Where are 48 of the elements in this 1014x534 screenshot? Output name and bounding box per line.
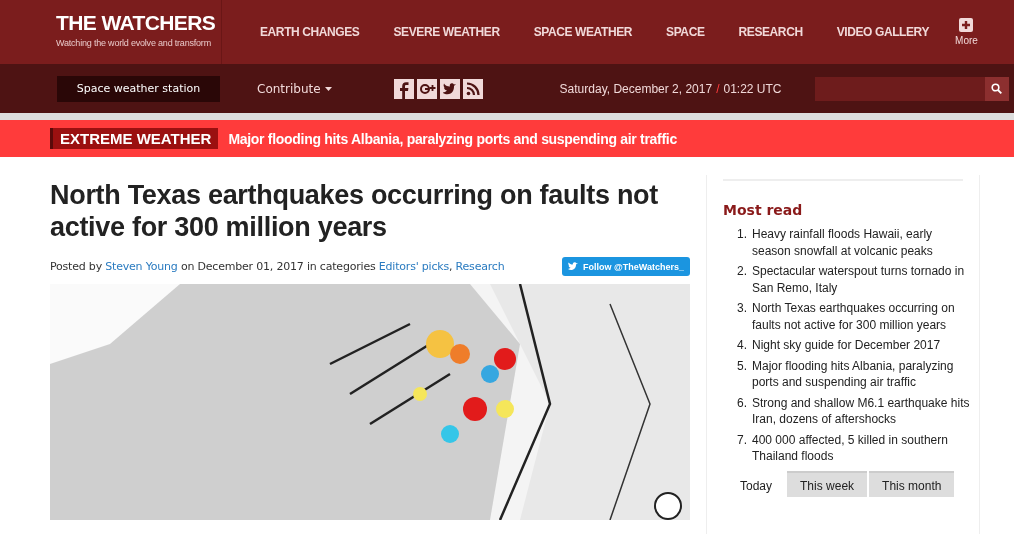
nav-link[interactable]: SEVERE WEATHER xyxy=(393,25,500,39)
tab[interactable]: This month xyxy=(869,470,955,497)
list-number: 2. xyxy=(736,263,747,280)
headline-link[interactable]: Major flooding hits Albania, paralyzing ports and suspending air traffic xyxy=(228,130,677,147)
search-icon xyxy=(991,83,1002,94)
google-plus-icon[interactable] xyxy=(416,78,437,99)
plus-icon xyxy=(959,18,974,32)
list-number: 5. xyxy=(736,357,747,375)
nav-link[interactable]: RESEARCH xyxy=(738,25,803,39)
article-link[interactable]: North Texas earthquakes occurring on faults not active for 300 million years xyxy=(752,300,972,333)
list-number: 7. xyxy=(736,431,747,449)
byline-link[interactable]: Research xyxy=(455,260,505,273)
site-tagline: Watching the world evolve and transform xyxy=(56,37,211,49)
site-logo[interactable]: THE WATCHERS xyxy=(56,11,216,35)
byline: Posted by Steven Young on December 01, 2017 in categories Editors' picks, Research xyxy=(50,260,505,273)
byline-link[interactable]: Editors' picks xyxy=(378,260,449,273)
article-link[interactable]: Heavy rainfall floods Hawaii, early season snowfall at volcanic peaks xyxy=(752,226,972,259)
list-number: 1. xyxy=(736,226,747,243)
date-text: Saturday, December 2, 2017 xyxy=(559,81,713,96)
article-link[interactable]: Night sky guide for December 2017 xyxy=(752,337,972,354)
search-button[interactable] xyxy=(984,76,1009,101)
rss-icon[interactable] xyxy=(462,78,483,99)
bird-icon xyxy=(568,262,580,271)
more-menu[interactable]: More xyxy=(955,18,978,46)
nav-link[interactable]: SPACE WEATHER xyxy=(533,25,633,39)
article-link[interactable]: Major flooding hits Albania, paralyzing ports and suspending air traffic xyxy=(752,357,972,391)
tab[interactable]: This week xyxy=(787,470,868,497)
time-text: 01:22 UTC xyxy=(723,81,782,96)
article-title: North Texas earthquakes occurring on faults not active for 300 million years xyxy=(50,179,659,243)
search-field[interactable] xyxy=(814,76,1009,101)
article-link[interactable]: Spectacular waterspout turns tornado in San Remo, Italy xyxy=(752,263,972,296)
facebook-icon[interactable] xyxy=(393,78,414,99)
category-label[interactable]: EXTREME WEATHER xyxy=(50,128,219,149)
twitter-icon[interactable] xyxy=(439,78,460,99)
nav-link[interactable]: SPACE xyxy=(666,25,705,39)
list-number: 6. xyxy=(736,394,747,412)
caret-icon xyxy=(324,86,332,91)
byline-link[interactable]: Steven Young xyxy=(105,260,178,273)
article-link[interactable]: 400 000 affected, 5 killed in southern Thailand floods xyxy=(752,431,972,465)
list-number: 4. xyxy=(736,337,747,354)
nav-link[interactable]: VIDEO GALLERY xyxy=(836,25,930,39)
sidebar-heading: Most read xyxy=(723,202,804,218)
contribute-menu[interactable]: Contribute xyxy=(257,81,332,96)
article-link[interactable]: Strong and shallow M6.1 earthquake hits Iran, dozens of aftershocks xyxy=(752,394,972,428)
station-button[interactable]: Space weather station xyxy=(57,75,220,102)
separator: / xyxy=(716,81,720,96)
list-number: 3. xyxy=(736,300,747,317)
nav-link[interactable]: EARTH CHANGES xyxy=(260,25,360,39)
